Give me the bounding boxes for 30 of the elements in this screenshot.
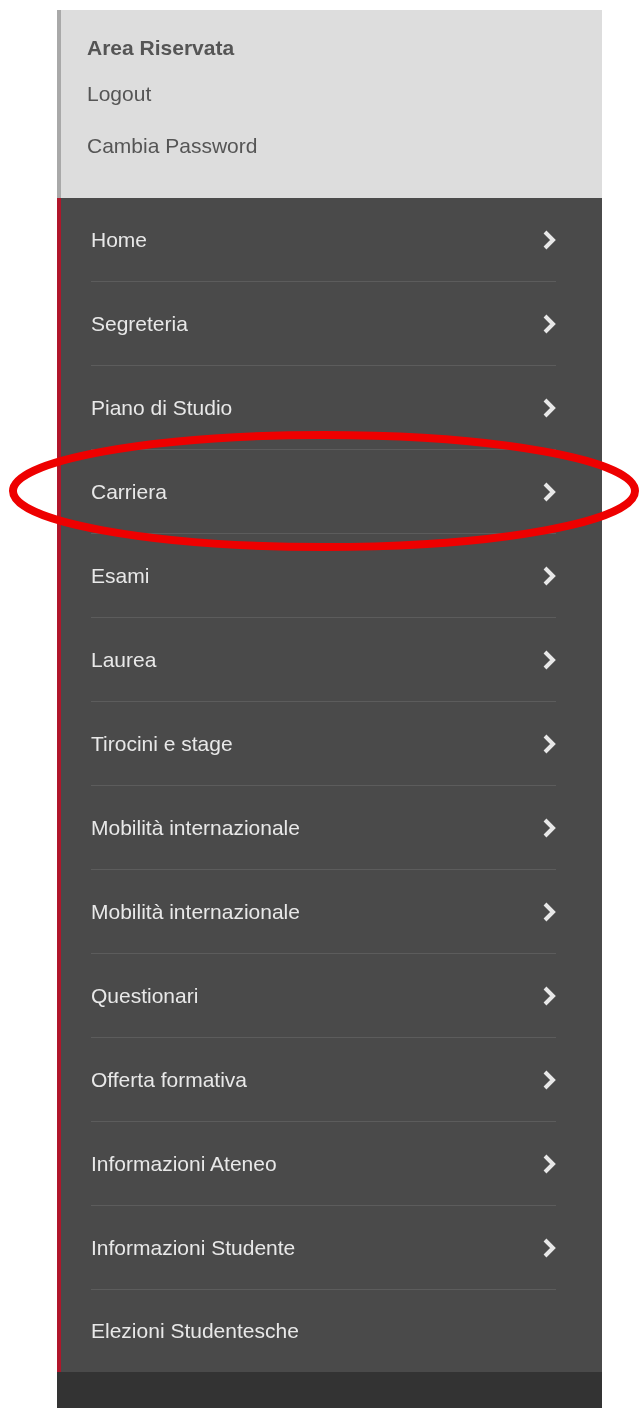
chevron-right-icon bbox=[542, 985, 556, 1006]
menu-item[interactable]: Mobilità internazionale bbox=[91, 815, 300, 840]
menu-item[interactable]: Informazioni Ateneo bbox=[91, 1151, 277, 1176]
menu-item[interactable]: Elezioni Studentesche bbox=[91, 1319, 299, 1343]
chevron-right-icon bbox=[542, 649, 556, 670]
chevron-right-icon bbox=[542, 817, 556, 838]
chevron-right-icon bbox=[542, 229, 556, 250]
menu-item[interactable]: Esami bbox=[91, 563, 150, 588]
chevron-right-icon bbox=[542, 397, 556, 418]
menu-item[interactable]: Segreteria bbox=[91, 311, 188, 336]
chevron-right-icon bbox=[542, 733, 556, 754]
menu-item[interactable]: Mobilità internazionale bbox=[91, 899, 300, 924]
menu-item[interactable]: Laurea bbox=[91, 647, 157, 672]
account-link[interactable]: Cambia Password bbox=[87, 120, 258, 172]
chevron-right-icon bbox=[542, 565, 556, 586]
section-title: Area Riservata bbox=[87, 35, 236, 61]
menu-item[interactable]: Questionari bbox=[91, 983, 199, 1008]
chevron-right-icon bbox=[542, 1069, 556, 1090]
menu-item[interactable]: Offerta formativa bbox=[91, 1067, 247, 1092]
chevron-right-icon bbox=[542, 901, 556, 922]
chevron-right-icon bbox=[542, 313, 556, 334]
chevron-right-icon bbox=[542, 1237, 556, 1258]
menu-item[interactable]: Piano di Studio bbox=[91, 395, 233, 420]
account-link[interactable]: Logout bbox=[87, 68, 152, 120]
chevron-right-icon bbox=[542, 481, 556, 502]
menu-item[interactable]: Informazioni Studente bbox=[91, 1235, 296, 1260]
chevron-right-icon bbox=[542, 1153, 556, 1174]
menu-item[interactable]: Carriera bbox=[91, 479, 167, 504]
menu-item[interactable]: Home bbox=[91, 227, 148, 252]
menu-item[interactable]: Tirocini e stage bbox=[91, 731, 233, 756]
